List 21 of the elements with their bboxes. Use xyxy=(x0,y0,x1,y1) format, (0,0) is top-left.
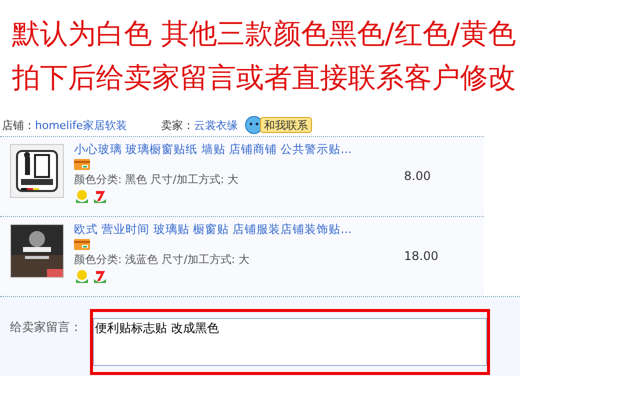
headline: 拍下后给卖家留言或者直接联系客户修改 xyxy=(11,60,517,96)
seller-label: 卖家： xyxy=(160,118,194,132)
flower-badge-icon xyxy=(74,269,90,285)
price: 8.00 xyxy=(404,169,431,185)
card-icon xyxy=(74,239,90,250)
product-title-link[interactable]: 小心玻璃 玻璃橱窗贴纸 墙贴 店铺商铺 公共警示贴... xyxy=(74,142,352,157)
product-spec: 颜色分类: 黑色 尺寸/加工方式: 大 xyxy=(74,172,239,187)
shop-label: 店铺： xyxy=(2,118,35,132)
seven-badge-icon xyxy=(92,189,108,205)
message-field[interactable]: 便利贴标志贴 改成黑色 xyxy=(93,318,487,366)
seller-link[interactable]: 云裳衣缘 xyxy=(194,118,238,132)
product-spec: 颜色分类: 浅蓝色 尺寸/加工方式: 大 xyxy=(74,252,250,267)
message-label: 给卖家留言： xyxy=(10,319,82,336)
price: 18.00 xyxy=(404,249,438,265)
contact-button[interactable]: 和我联系 xyxy=(260,117,312,133)
seven-badge-icon xyxy=(92,269,108,285)
card-icon xyxy=(74,159,90,170)
headline: 默认为白色 其他三款颜色黑色/红色/黄色 xyxy=(11,16,517,52)
shop-link[interactable]: homelife家居软装 xyxy=(35,118,127,132)
flower-badge-icon xyxy=(74,189,90,205)
product-title-link[interactable]: 欧式 营业时间 玻璃贴 橱窗贴 店铺服装店铺装饰贴... xyxy=(74,222,352,237)
